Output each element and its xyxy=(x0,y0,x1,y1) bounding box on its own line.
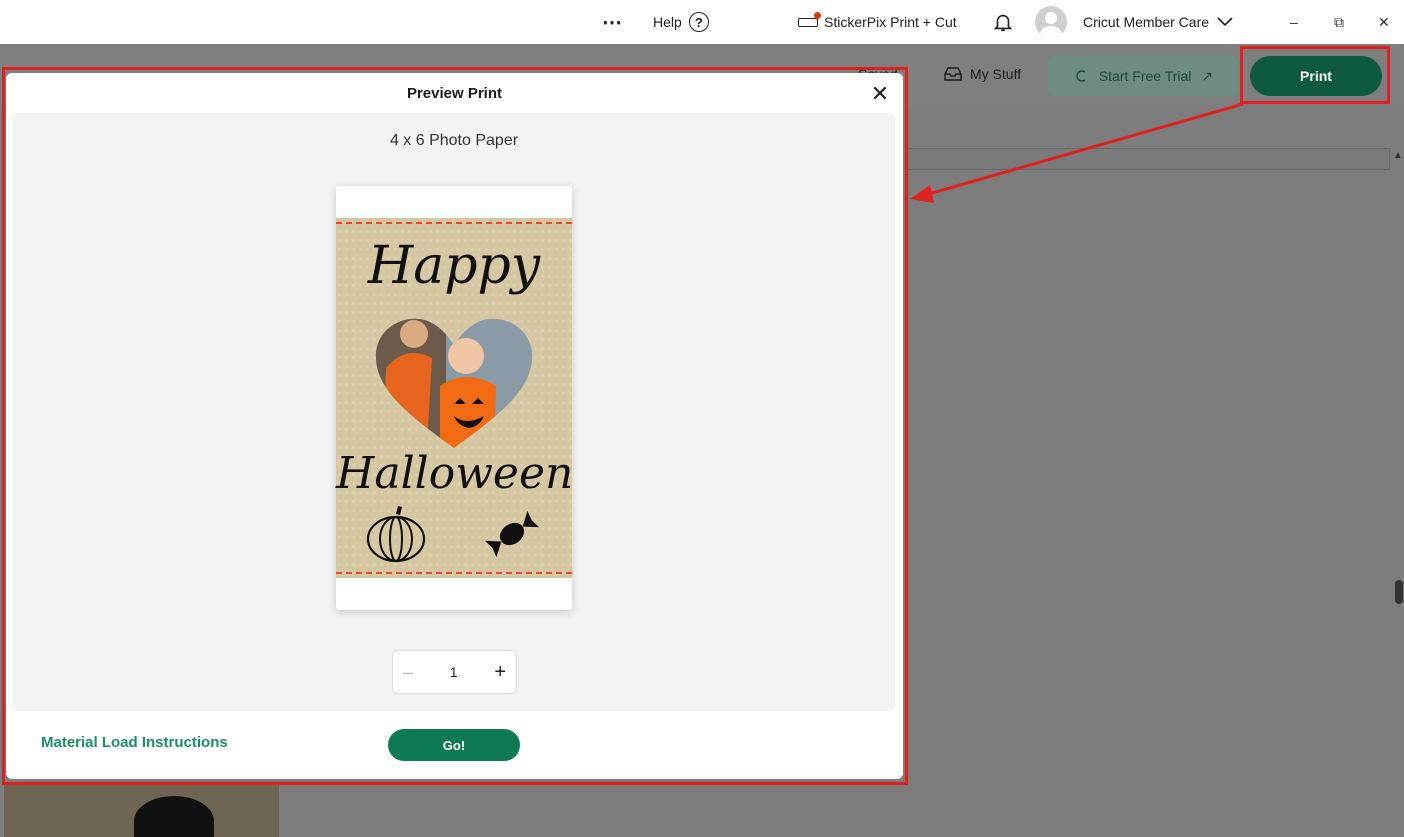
photo-paper-preview: Happy Halloween xyxy=(336,186,574,610)
inbox-icon xyxy=(944,67,962,81)
my-stuff-button[interactable]: My Stuff xyxy=(944,66,1021,82)
more-options-icon[interactable]: ⋯ xyxy=(602,0,623,44)
decrement-button[interactable]: – xyxy=(403,662,413,683)
help-label: Help xyxy=(653,14,682,30)
external-link-icon: ↗ xyxy=(1201,67,1214,84)
paper-size-label: 4 x 6 Photo Paper xyxy=(389,132,519,149)
print-button[interactable]: Print xyxy=(1250,56,1382,96)
pumpkin-icon xyxy=(366,506,426,563)
canvas-ruler xyxy=(905,148,1390,170)
heart-photo xyxy=(375,318,533,449)
increment-button[interactable]: + xyxy=(494,661,506,684)
sticker-design: Happy Halloween xyxy=(336,218,574,578)
minimize-window-button[interactable]: – xyxy=(1290,0,1298,44)
avatar[interactable] xyxy=(1035,0,1067,44)
title-bar: ⋯ Help ? StickerPix Print + Cut Cricut M… xyxy=(0,0,1404,44)
scroll-up-icon[interactable]: ▲ xyxy=(1393,150,1403,161)
cricut-logo-icon xyxy=(1076,70,1086,82)
help-button[interactable]: Help ? xyxy=(653,0,709,44)
quantity-value[interactable]: 1 xyxy=(450,664,458,680)
preview-area: 4 x 6 Photo Paper Happy Halloween – 1 + xyxy=(13,113,895,711)
sticker-text-halloween: Halloween xyxy=(336,448,574,499)
account-label: Cricut Member Care xyxy=(1083,14,1210,30)
help-icon: ? xyxy=(688,12,709,32)
close-window-button[interactable]: ✕ xyxy=(1378,0,1390,44)
cut-line-top xyxy=(336,222,572,224)
preview-print-dialog: Preview Print ✕ 4 x 6 Photo Paper Happy xyxy=(6,73,903,779)
trial-label: Start Free Trial xyxy=(1098,68,1192,84)
close-icon[interactable]: ✕ xyxy=(868,83,892,107)
machine-label: StickerPix Print + Cut xyxy=(824,14,957,30)
scrollbar[interactable] xyxy=(1390,148,1404,837)
candy-icon xyxy=(484,510,540,558)
machine-selector[interactable]: StickerPix Print + Cut xyxy=(798,0,957,44)
scrollbar-thumb[interactable] xyxy=(1395,580,1403,604)
chevron-down-icon xyxy=(1217,17,1233,27)
canvas-design-thumbnail xyxy=(4,784,279,837)
start-free-trial-button[interactable]: Start Free Trial ↗ xyxy=(1048,56,1238,96)
user-avatar-icon xyxy=(1035,6,1067,38)
material-load-instructions-link[interactable]: Material Load Instructions xyxy=(41,734,228,751)
go-button[interactable]: Go! xyxy=(388,729,520,761)
notifications-bell-icon[interactable] xyxy=(992,0,1014,44)
account-menu[interactable]: Cricut Member Care xyxy=(1083,0,1233,44)
quantity-stepper: – 1 + xyxy=(392,650,517,694)
cut-line-bottom xyxy=(336,572,572,574)
sticker-text-happy: Happy xyxy=(367,236,541,296)
restore-window-button[interactable]: ⧉ xyxy=(1334,0,1344,44)
dialog-title: Preview Print xyxy=(406,85,503,102)
printer-icon xyxy=(798,12,821,29)
my-stuff-label: My Stuff xyxy=(970,66,1022,82)
